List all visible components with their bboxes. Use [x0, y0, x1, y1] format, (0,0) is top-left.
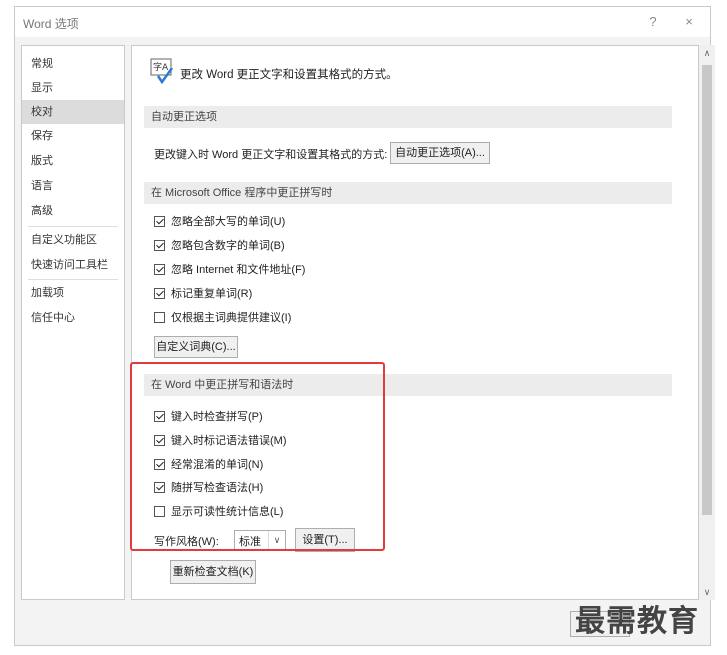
sidebar-item-display[interactable]: 显示	[22, 76, 124, 100]
sidebar-item-general[interactable]: 常规	[22, 52, 124, 76]
autocorrect-description: 更改键入时 Word 更正文字和设置其格式的方式:	[154, 149, 388, 161]
custom-dictionaries-button[interactable]: 自定义词典(C)...	[154, 336, 238, 358]
abc-spellcheck-icon: 字A	[150, 58, 174, 84]
checkbox-ignore-uppercase[interactable]	[154, 216, 165, 227]
sidebar-item-trust-center[interactable]: 信任中心	[22, 306, 124, 330]
sidebar: 常规 显示 校对 保存 版式 语言 高级 自定义功能区 快速访问工具栏 加载项 …	[21, 45, 125, 600]
option-label: 忽略全部大写的单词(U)	[171, 216, 286, 228]
scrollbar-thumb[interactable]	[702, 65, 712, 515]
scroll-up-icon[interactable]: ∧	[699, 45, 715, 61]
option-label: 标记重复单词(R)	[171, 288, 253, 300]
recheck-document-button[interactable]: 重新检查文档(K)	[170, 560, 256, 584]
sidebar-item-layout[interactable]: 版式	[22, 149, 124, 173]
sidebar-item-advanced[interactable]: 高级	[22, 199, 124, 223]
sidebar-item-proofing[interactable]: 校对	[22, 100, 124, 124]
help-button[interactable]: ?	[643, 13, 663, 31]
sidebar-item-quick-access-toolbar[interactable]: 快速访问工具栏	[22, 253, 124, 277]
checkbox-ignore-numbers[interactable]	[154, 240, 165, 251]
header-description: 更改 Word 更正文字和设置其格式的方式。	[180, 69, 398, 81]
sidebar-divider	[28, 226, 118, 227]
window-title: Word 选项	[23, 17, 79, 31]
sidebar-item-addins[interactable]: 加载项	[22, 281, 124, 305]
checkbox-ignore-internet[interactable]	[154, 264, 165, 275]
scroll-down-icon[interactable]: ∨	[699, 584, 715, 600]
highlight-box	[130, 362, 385, 551]
close-button[interactable]: ×	[679, 13, 699, 31]
section-autocorrect: 自动更正选项	[144, 106, 672, 128]
sidebar-item-save[interactable]: 保存	[22, 124, 124, 148]
option-label: 忽略包含数字的单词(B)	[171, 240, 285, 252]
checkbox-main-dictionary-only[interactable]	[154, 312, 165, 323]
svg-text:字A: 字A	[153, 61, 169, 73]
option-label: 仅根据主词典提供建议(I)	[171, 312, 292, 324]
sidebar-item-customize-ribbon[interactable]: 自定义功能区	[22, 228, 124, 252]
vertical-scrollbar[interactable]: ∧ ∨	[699, 45, 715, 600]
watermark: 最需教育	[575, 604, 699, 639]
checkbox-flag-repeated[interactable]	[154, 288, 165, 299]
option-label: 忽略 Internet 和文件地址(F)	[171, 264, 306, 276]
sidebar-item-language[interactable]: 语言	[22, 174, 124, 198]
autocorrect-options-button[interactable]: 自动更正选项(A)...	[390, 142, 490, 164]
sidebar-divider	[28, 279, 118, 280]
section-office-spelling: 在 Microsoft Office 程序中更正拼写时	[144, 182, 672, 204]
title-bar: Word 选项 ? ×	[15, 7, 710, 37]
